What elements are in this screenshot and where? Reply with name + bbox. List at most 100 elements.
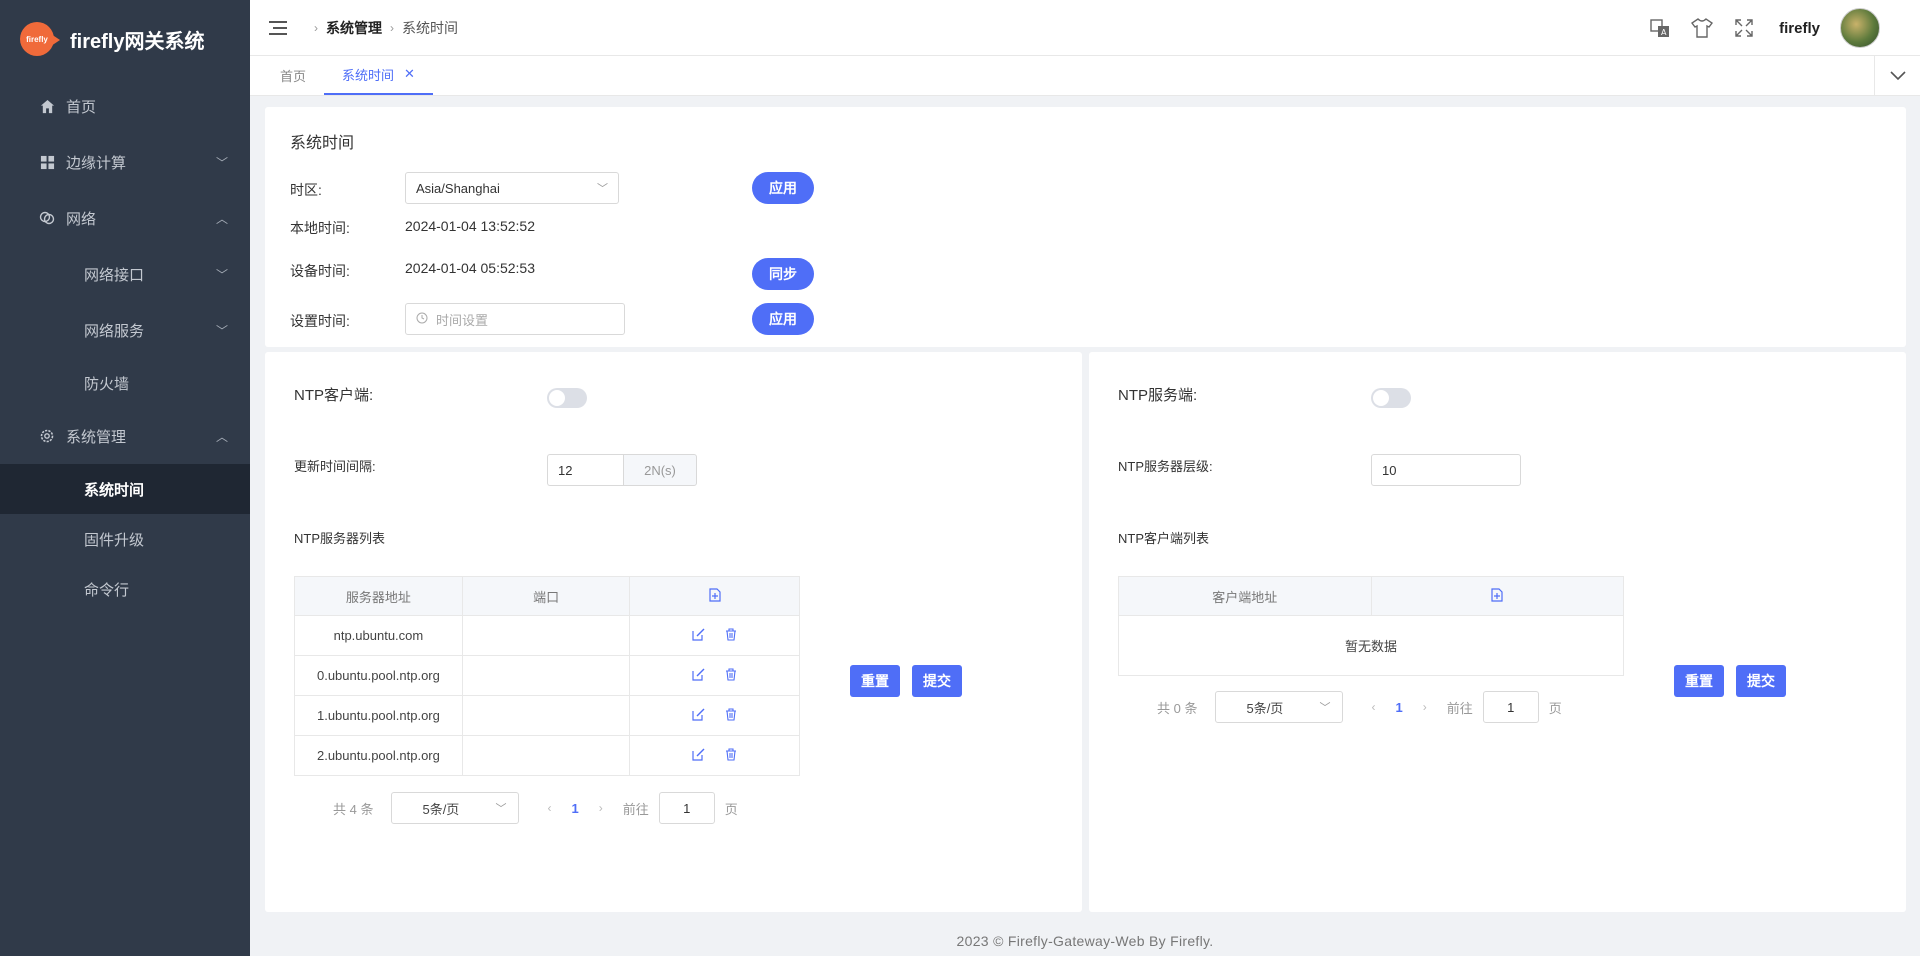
reset-button[interactable]: 重置 [850, 665, 900, 697]
edit-icon[interactable] [692, 748, 705, 764]
sidebar-item-firewall[interactable]: 防火墙 [0, 358, 250, 408]
prev-page-icon[interactable]: ‹ [1371, 700, 1375, 714]
apply-set-time-button[interactable]: 应用 [752, 303, 814, 335]
tab-home[interactable]: 首页 [262, 55, 324, 95]
device-time-label: 设备时间: [290, 263, 350, 279]
avatar[interactable] [1840, 8, 1880, 48]
goto-page-input[interactable]: 1 [1482, 691, 1539, 723]
delete-icon[interactable] [725, 667, 737, 684]
sidebar-item-home[interactable]: 首页 [0, 78, 250, 134]
sidebar-item-network-interface[interactable]: 网络接口 ﹀ [0, 246, 250, 302]
page-number[interactable]: 1 [571, 801, 578, 816]
close-icon[interactable]: ✕ [404, 66, 415, 82]
update-interval-value[interactable]: 12 [547, 454, 623, 486]
sidebar-item-network-service[interactable]: 网络服务 ﹀ [0, 302, 250, 358]
ntp-server-table: 服务器地址 端口 ntp.ubuntu.com 0.ubuntu.pool.nt… [294, 576, 800, 776]
sidebar-item-label: 首页 [66, 98, 97, 116]
tabs-dropdown-chevron-icon[interactable] [1874, 56, 1920, 96]
row-actions [629, 615, 800, 656]
update-interval-input[interactable]: 12 2N(s) [547, 454, 697, 486]
sidebar-item-command-line[interactable]: 命令行 [0, 564, 250, 614]
page-size-value: 5条/页 [422, 801, 460, 817]
chevron-down-icon: ﹀ [215, 323, 228, 338]
top-header: › 系统管理 › 系统时间 A firefly [250, 0, 1920, 56]
timezone-select[interactable]: Asia/Shanghai ﹀ [405, 172, 619, 204]
ntp-client-toggle[interactable] [547, 388, 587, 408]
submit-button[interactable]: 提交 [912, 665, 962, 697]
table-row: 2.ubuntu.pool.ntp.org [294, 735, 800, 776]
next-page-icon[interactable]: › [1423, 700, 1427, 714]
pagination-total: 共 4 条 [333, 801, 374, 817]
goto-page-input[interactable]: 1 [658, 792, 715, 824]
delete-icon[interactable] [725, 747, 737, 764]
reset-button[interactable]: 重置 [1674, 665, 1724, 697]
set-time-input[interactable]: 时间设置 [405, 303, 625, 335]
edit-icon[interactable] [692, 628, 705, 644]
timezone-value: Asia/Shanghai [416, 180, 500, 196]
goto-prefix: 前往 [622, 801, 649, 817]
delete-icon[interactable] [725, 627, 737, 644]
sidebar-item-label: 网络 [66, 210, 97, 228]
tab-bar: 首页 系统时间 ✕ [250, 56, 1920, 96]
sidebar-item-system-management[interactable]: 系统管理 ︿ [0, 408, 250, 464]
ntp-client-list-title: NTP客户端列表 [1118, 531, 1210, 546]
translate-icon[interactable]: A [1639, 18, 1681, 38]
header-actions: A firefly [1639, 0, 1880, 56]
ntp-server-title: NTP服务端: [1118, 387, 1198, 404]
edit-icon[interactable] [692, 708, 705, 724]
row-actions [629, 735, 800, 776]
pagination-total: 共 0 条 [1157, 700, 1198, 716]
table-row: ntp.ubuntu.com [294, 615, 800, 656]
apply-timezone-button[interactable]: 应用 [752, 172, 814, 204]
submit-button[interactable]: 提交 [1736, 665, 1786, 697]
sidebar-item-label: 网络接口 [84, 266, 145, 284]
page-size-select[interactable]: 5条/页 ﹀ [1215, 691, 1344, 723]
ntp-server-pagination: 共 4 条 5条/页 ﹀ ‹ 1 › 前往 1 页 [333, 792, 738, 824]
port-cell [461, 735, 631, 776]
app-title: firefly网关系统 [70, 30, 205, 53]
clock-icon [416, 312, 428, 327]
page-size-select[interactable]: 5条/页 ﹀ [391, 792, 520, 824]
chevron-down-icon: ﹀ [215, 155, 228, 170]
page-number[interactable]: 1 [1395, 700, 1402, 715]
next-page-icon[interactable]: › [599, 801, 603, 815]
chevron-up-icon: ︿ [215, 211, 228, 226]
svg-text:A: A [1661, 28, 1667, 37]
server-address-cell: 2.ubuntu.pool.ntp.org [294, 735, 463, 776]
stratum-input[interactable]: 10 [1371, 454, 1521, 486]
delete-icon[interactable] [725, 707, 737, 724]
sync-button[interactable]: 同步 [752, 258, 814, 290]
breadcrumb: › 系统管理 › 系统时间 [306, 18, 458, 38]
server-address-cell: ntp.ubuntu.com [294, 615, 463, 656]
sidebar-item-network[interactable]: 网络 ︿ [0, 190, 250, 246]
ntp-client-card: NTP客户端: 更新时间间隔: 12 2N(s) NTP服务器列表 服务器地址 … [265, 352, 1082, 912]
prev-page-icon[interactable]: ‹ [547, 801, 551, 815]
tab-system-time[interactable]: 系统时间 ✕ [324, 55, 433, 95]
add-row-icon[interactable] [629, 576, 800, 616]
sidebar-item-system-time[interactable]: 系统时间 [0, 464, 250, 514]
grid-icon [38, 155, 56, 170]
port-cell [461, 695, 631, 736]
add-row-icon[interactable] [1370, 576, 1624, 616]
footer-text: 2023 © Firefly-Gateway-Web By Firefly. [956, 932, 1214, 949]
breadcrumb-item: 系统时间 [402, 19, 458, 36]
fullscreen-icon[interactable] [1723, 19, 1765, 37]
edit-icon[interactable] [692, 668, 705, 684]
card-title: 系统时间 [290, 135, 355, 152]
sidebar-item-firmware-upgrade[interactable]: 固件升级 [0, 514, 250, 564]
chevron-down-icon: ﹀ [1319, 702, 1331, 714]
ntp-server-toggle[interactable] [1371, 388, 1411, 408]
table-row: 1.ubuntu.pool.ntp.org [294, 695, 800, 736]
username[interactable]: firefly [1779, 20, 1820, 37]
port-cell [461, 615, 631, 656]
ntp-client-pagination: 共 0 条 5条/页 ﹀ ‹ 1 › 前往 1 页 [1157, 691, 1562, 723]
empty-state: 暂无数据 [1118, 615, 1624, 676]
sidebar-item-label: 系统时间 [84, 481, 145, 499]
hamburger-menu-icon[interactable] [250, 20, 306, 36]
sidebar-item-label: 固件升级 [84, 531, 145, 549]
shirt-icon[interactable] [1681, 18, 1723, 38]
sidebar-item-edge-computing[interactable]: 边缘计算 ﹀ [0, 134, 250, 190]
breadcrumb-item[interactable]: 系统管理 [326, 18, 382, 38]
sidebar-item-label: 网络服务 [84, 322, 145, 340]
port-cell [461, 655, 631, 696]
